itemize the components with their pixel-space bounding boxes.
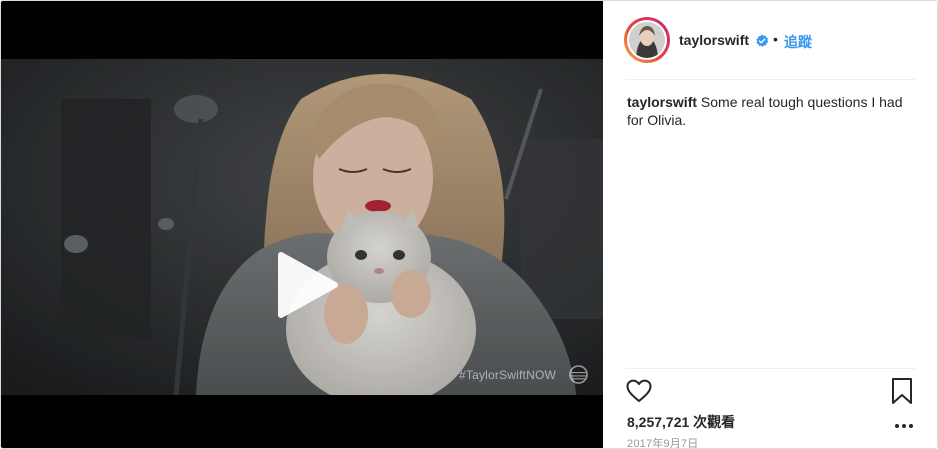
post-header: taylorswift • 追蹤 bbox=[603, 1, 937, 79]
avatar[interactable] bbox=[624, 17, 670, 63]
post-caption: taylorswift Some real tough questions I … bbox=[627, 93, 917, 129]
avatar-image bbox=[629, 22, 665, 58]
post-date: 2017年9月7日 bbox=[627, 438, 699, 449]
bookmark-icon[interactable] bbox=[890, 377, 914, 405]
video-frame bbox=[1, 59, 603, 395]
post-details-panel: taylorswift • 追蹤 taylorswift Some real t… bbox=[603, 1, 937, 449]
follow-button[interactable]: 追蹤 bbox=[784, 32, 812, 52]
caption-username-link[interactable]: taylorswift bbox=[627, 94, 697, 110]
verified-badge-icon bbox=[756, 34, 769, 47]
video-watermark: #TaylorSwiftNOW bbox=[459, 368, 557, 382]
avatar-portrait bbox=[629, 22, 665, 58]
view-count[interactable]: 8,257,721 次觀看 bbox=[627, 412, 735, 432]
heart-icon[interactable] bbox=[625, 377, 653, 405]
more-options-icon[interactable] bbox=[893, 421, 915, 431]
video-player[interactable] bbox=[1, 59, 603, 395]
post-container: #TaylorSwiftNOW taylorswift • 追蹤 taylors… bbox=[0, 0, 938, 449]
media-area[interactable]: #TaylorSwiftNOW bbox=[1, 1, 603, 448]
header-divider bbox=[625, 79, 915, 80]
footer-divider bbox=[625, 368, 915, 369]
header-separator: • bbox=[773, 31, 778, 47]
username-link[interactable]: taylorswift bbox=[679, 32, 749, 48]
avatar-inner bbox=[627, 20, 667, 60]
att-logo-icon bbox=[569, 365, 588, 384]
play-icon[interactable] bbox=[271, 249, 343, 321]
